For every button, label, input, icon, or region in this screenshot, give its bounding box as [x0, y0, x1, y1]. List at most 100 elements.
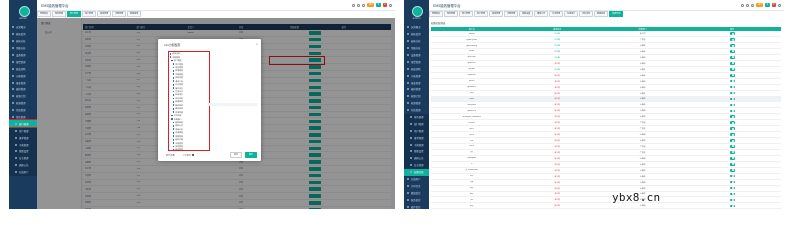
sidebar-item[interactable]: 能耗分析: [404, 38, 429, 45]
checkbox-icon[interactable]: [171, 118, 173, 120]
sidebar-item[interactable]: 能源计划: [404, 93, 429, 100]
toggle-switch[interactable]: [729, 145, 735, 148]
sidebar-item[interactable]: 通知公告: [9, 161, 37, 169]
sidebar-item[interactable]: 能耗分析: [9, 38, 37, 45]
toggle-switch[interactable]: [729, 32, 735, 35]
checkbox-icon[interactable]: [172, 131, 175, 134]
tab[interactable]: 部门管理: [459, 11, 474, 17]
sidebar-item[interactable]: 日志管理: [9, 154, 37, 162]
fullscreen-icon[interactable]: [357, 3, 360, 7]
cancel-button[interactable]: 取消: [229, 152, 242, 158]
sidebar-item[interactable]: 运营概况: [404, 24, 429, 31]
sidebar-item[interactable]: 节能管理: [404, 72, 429, 79]
sidebar-item[interactable]: 用能分析: [404, 45, 429, 52]
tab[interactable]: 在线用户: [564, 11, 579, 17]
checkbox-icon[interactable]: [172, 63, 175, 65]
checkbox-icon[interactable]: [172, 70, 175, 72]
checkbox-icon[interactable]: [172, 145, 175, 148]
sidebar-item[interactable]: 能耗监测: [9, 31, 37, 38]
checkbox-icon[interactable]: [172, 76, 175, 79]
sidebar-item[interactable]: 能效诊断: [404, 65, 429, 72]
sidebar-item[interactable]: 定时任务: [404, 182, 429, 189]
checkbox-icon[interactable]: [172, 100, 175, 103]
sidebar-item[interactable]: 用户管理: [404, 127, 429, 135]
badge-info[interactable]: 2: [376, 3, 381, 7]
toggle-switch[interactable]: [729, 79, 735, 83]
toggle-switch[interactable]: [729, 50, 735, 53]
checkbox-icon[interactable]: [172, 107, 175, 110]
checkbox-icon[interactable]: [172, 125, 175, 127]
toggle-switch[interactable]: [729, 133, 735, 136]
toggle-switch[interactable]: [729, 192, 735, 196]
sidebar-item[interactable]: 在线用户: [9, 168, 37, 176]
tab[interactable]: 字典管理: [504, 11, 519, 17]
tab[interactable]: 角色管理: [444, 11, 459, 17]
tab[interactable]: 日志管理: [549, 11, 564, 17]
checkbox-icon[interactable]: [172, 94, 175, 96]
toggle-switch[interactable]: [729, 204, 735, 208]
toggle-switch[interactable]: [729, 174, 735, 178]
sidebar-item[interactable]: 缓存监控: [404, 203, 429, 209]
toggle-switch[interactable]: [729, 121, 735, 125]
expand-collapse-option[interactable]: 展开/折叠: [166, 154, 175, 157]
badge-info[interactable]: 2: [765, 3, 770, 7]
sidebar-item[interactable]: 能源管理: [404, 100, 429, 107]
tab[interactable]: 管理首页: [37, 11, 52, 17]
sidebar-item[interactable]: 参数设置: [404, 148, 429, 155]
checkbox-icon[interactable]: [172, 87, 175, 89]
tab[interactable]: 数据监控: [594, 11, 609, 17]
sidebar-item[interactable]: 在线用户: [404, 176, 429, 183]
sidebar-item[interactable]: 运营概况: [9, 24, 37, 31]
close-icon[interactable]: ×: [255, 42, 258, 46]
checkbox-icon[interactable]: [169, 56, 172, 59]
checkbox-icon[interactable]: [172, 135, 175, 138]
toggle-switch[interactable]: [729, 127, 735, 130]
radio-dot-icon[interactable]: [191, 153, 194, 156]
toggle-switch[interactable]: [729, 109, 735, 113]
toggle-switch[interactable]: [729, 198, 735, 202]
sidebar-item[interactable]: 服务监控: [404, 196, 429, 203]
checkbox-icon[interactable]: [171, 59, 173, 62]
tab[interactable]: 定时任务: [579, 11, 594, 17]
tab[interactable]: 字典管理: [112, 11, 127, 17]
checkbox-icon[interactable]: [172, 80, 175, 83]
table-row[interactable]: qcy 未分配 上海市: [431, 203, 781, 209]
toggle-switch[interactable]: [729, 186, 735, 190]
sidebar-item[interactable]: 字典管理: [404, 141, 429, 149]
tab[interactable]: 角色管理: [52, 11, 67, 17]
checkbox-icon[interactable]: [172, 83, 175, 86]
tab[interactable]: 管理首页: [429, 11, 444, 17]
checkbox-icon[interactable]: [172, 121, 175, 124]
sidebar-item[interactable]: 权限分配: [404, 168, 429, 176]
sidebar-item[interactable]: 角色管理: [9, 114, 37, 121]
sidebar-item[interactable]: 报警管理: [404, 58, 429, 65]
tab[interactable]: 部门管理: [67, 11, 82, 17]
checkbox-icon[interactable]: [171, 114, 173, 117]
sidebar-item[interactable]: 菜单管理: [404, 134, 429, 142]
checkbox-icon[interactable]: [172, 90, 175, 93]
fullscreen-icon[interactable]: [746, 3, 749, 7]
sidebar-item[interactable]: 碳排管理: [404, 86, 429, 93]
toggle-switch[interactable]: [729, 115, 735, 119]
sidebar-item[interactable]: 角色管理: [404, 113, 429, 121]
checkbox-icon[interactable]: [172, 97, 175, 100]
badge-alert[interactable]: 0: [771, 3, 776, 7]
sidebar-item[interactable]: 用户管理: [9, 127, 37, 135]
sidebar-item[interactable]: 系统管理: [404, 107, 429, 114]
checkbox-icon[interactable]: [172, 142, 175, 144]
sidebar-item[interactable]: 报表管理: [404, 79, 429, 86]
sidebar-item[interactable]: 数据监控: [404, 189, 429, 196]
checkbox-icon[interactable]: [172, 66, 175, 69]
toggle-switch[interactable]: [729, 157, 735, 160]
sidebar-item[interactable]: 设备管理: [404, 52, 429, 59]
badge-alert[interactable]: 0: [382, 3, 387, 7]
toggle-switch[interactable]: [729, 91, 735, 95]
toggle-switch[interactable]: [729, 73, 735, 77]
bell-icon[interactable]: [362, 3, 365, 7]
toggle-switch[interactable]: [729, 162, 735, 166]
toggle-switch[interactable]: [729, 151, 735, 154]
tab[interactable]: 菜单管理: [97, 11, 112, 17]
sidebar-item[interactable]: 参数设置: [9, 148, 37, 155]
sidebar-item[interactable]: 报警管理: [9, 58, 37, 65]
checkbox-icon[interactable]: [172, 149, 175, 150]
